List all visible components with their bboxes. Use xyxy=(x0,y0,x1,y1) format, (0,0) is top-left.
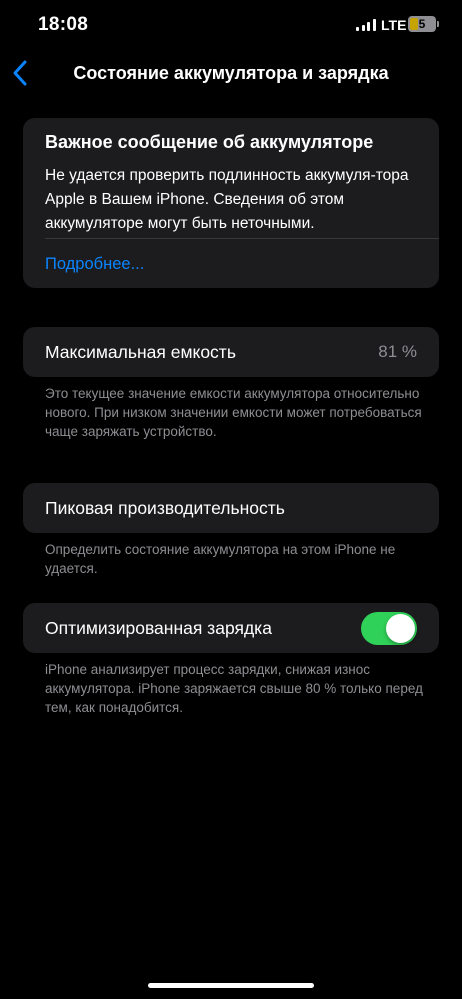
peak-performance-label: Пиковая производительность xyxy=(45,498,285,518)
max-capacity-value: 81 % xyxy=(378,342,417,361)
home-indicator[interactable] xyxy=(148,983,314,988)
navigation-bar: Состояние аккумулятора и зарядка xyxy=(0,52,462,96)
optimized-charging-toggle[interactable] xyxy=(361,612,417,645)
max-capacity-row: Максимальная емкость 81 % xyxy=(23,327,439,377)
message-body: Не удается проверить подлинность аккумул… xyxy=(45,167,409,232)
battery-tip xyxy=(437,21,439,27)
max-capacity-note: Это текущее значение емкости аккумулятор… xyxy=(45,386,422,439)
battery-icon: 5 xyxy=(408,16,436,32)
battery-message-card: Важное сообщение об аккумуляторе Не удае… xyxy=(23,118,439,288)
optimized-charging-row: Оптимизированная зарядка xyxy=(23,603,439,653)
message-title: Важное сообщение об аккумуляторе xyxy=(45,132,374,152)
toggle-knob xyxy=(386,614,415,643)
optimized-charging-label: Оптимизированная зарядка xyxy=(45,618,272,638)
more-info-link[interactable]: Подробнее... xyxy=(45,255,144,274)
signal-icon xyxy=(356,19,376,31)
divider xyxy=(45,238,439,239)
max-capacity-label: Максимальная емкость xyxy=(45,342,236,362)
network-type: LTE xyxy=(381,17,407,33)
page-title: Состояние аккумулятора и зарядка xyxy=(73,63,389,83)
peak-performance-row: Пиковая производительность xyxy=(23,483,439,533)
peak-performance-note: Определить состояние аккумулятора на это… xyxy=(45,542,396,576)
status-time: 18:08 xyxy=(38,14,89,35)
battery-level: 5 xyxy=(418,17,426,31)
optimized-charging-note: iPhone анализирует процесс зарядки, сниж… xyxy=(45,662,423,715)
status-bar: 18:08 LTE 5 xyxy=(0,0,462,50)
